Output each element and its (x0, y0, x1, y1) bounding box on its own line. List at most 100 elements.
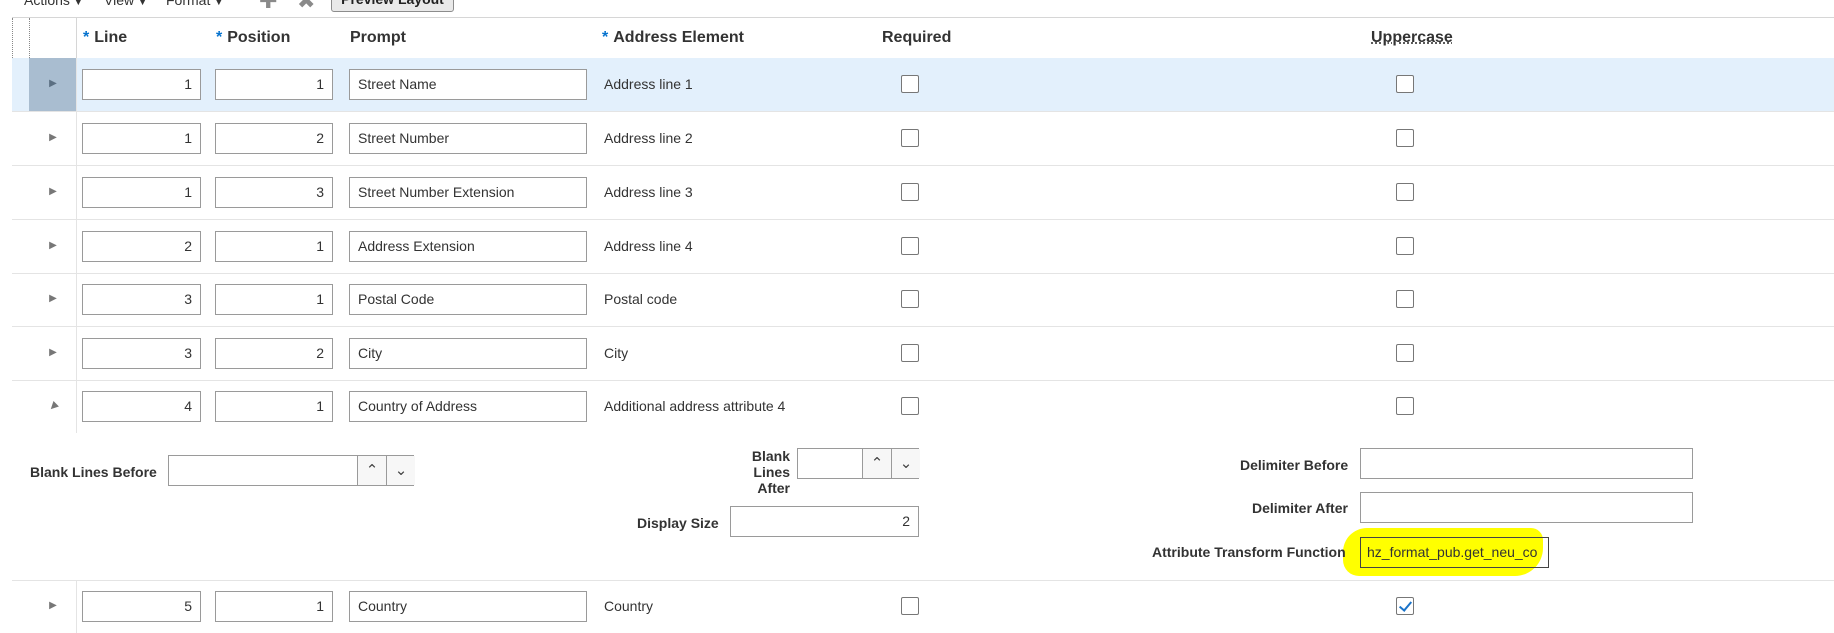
blank-lines-before-label: Blank Lines Before (30, 464, 157, 480)
delimiter-before-input[interactable] (1360, 448, 1693, 479)
format-menu[interactable]: Format ▼ (166, 0, 223, 8)
row-expand-cell: ▶ (29, 380, 77, 433)
address-element-text: City (604, 345, 629, 361)
chevron-down-icon[interactable]: ⌄ (386, 456, 415, 485)
required-checkbox[interactable] (901, 183, 919, 201)
position-input[interactable]: 1 (215, 231, 333, 262)
position-input[interactable]: 3 (215, 177, 333, 208)
column-header-position[interactable]: * Position (216, 29, 290, 47)
plus-icon[interactable]: ✚ (259, 0, 277, 14)
expand-right-icon[interactable]: ▶ (47, 292, 59, 306)
column-header-prompt[interactable]: Prompt (350, 29, 406, 47)
x-icon[interactable]: ✖ (297, 0, 315, 14)
row-selector[interactable] (12, 220, 29, 273)
blank-lines-before-stepper[interactable]: ⌃ ⌄ (168, 455, 415, 486)
expand-right-icon[interactable]: ▶ (47, 185, 59, 199)
prompt-input[interactable]: City (349, 338, 587, 369)
collapse-icon[interactable]: ▶ (44, 397, 62, 415)
prompt-input[interactable]: Street Number (349, 123, 587, 154)
chevron-up-icon[interactable]: ⌃ (862, 449, 891, 478)
line-input[interactable]: 2 (82, 231, 201, 262)
required-checkbox[interactable] (901, 75, 919, 93)
uppercase-checkbox[interactable] (1396, 129, 1414, 147)
uppercase-checkbox[interactable] (1396, 344, 1414, 362)
required-marker: * (216, 29, 223, 46)
display-size-input[interactable]: 2 (730, 506, 919, 537)
row-selector[interactable] (12, 580, 29, 633)
chevron-up-icon[interactable]: ⌃ (357, 456, 386, 485)
required-checkbox[interactable] (901, 344, 919, 362)
uppercase-checkbox[interactable] (1396, 397, 1414, 415)
position-input[interactable]: 1 (215, 284, 333, 315)
prompt-input[interactable]: Street Name (349, 69, 587, 100)
column-header-required[interactable]: Required (882, 29, 951, 47)
uppercase-checkbox[interactable] (1396, 290, 1414, 308)
prompt-input[interactable]: Country of Address (349, 391, 587, 422)
uppercase-checkbox[interactable] (1396, 183, 1414, 201)
expand-right-icon[interactable]: ▶ (47, 346, 59, 360)
required-checkbox[interactable] (901, 397, 919, 415)
required-checkbox[interactable] (901, 597, 919, 615)
column-header-uppercase[interactable]: Uppercase (1371, 29, 1453, 47)
row-selector[interactable] (12, 166, 29, 219)
table-row[interactable]: ▶ 2 1 Address Extension Address line 4 (12, 220, 1834, 274)
expand-right-icon[interactable]: ▶ (47, 239, 59, 253)
line-input[interactable]: 3 (82, 284, 201, 315)
line-input[interactable]: 4 (82, 391, 201, 422)
position-input[interactable]: 1 (215, 391, 333, 422)
row-selector[interactable] (12, 58, 29, 111)
table-row[interactable]: ▶ 1 1 Street Name Address line 1 (12, 58, 1834, 112)
delimiter-after-input[interactable] (1360, 492, 1693, 523)
prompt-input[interactable]: Street Number Extension (349, 177, 587, 208)
column-header-line[interactable]: * Line (83, 29, 127, 47)
table-row[interactable]: ▶ 4 1 Country of Address Additional addr… (12, 380, 1834, 433)
line-input[interactable]: 5 (82, 591, 201, 622)
table-row[interactable]: ▶ 1 2 Street Number Address line 2 (12, 112, 1834, 166)
blank-lines-before-input[interactable] (169, 456, 357, 485)
actions-menu-label: Actions (24, 0, 70, 8)
required-checkbox[interactable] (901, 237, 919, 255)
prompt-input[interactable]: Postal Code (349, 284, 587, 315)
position-input[interactable]: 2 (215, 123, 333, 154)
row-expand-cell: ▶ (29, 327, 77, 380)
prompt-input[interactable]: Address Extension (349, 231, 587, 262)
blank-lines-after-stepper[interactable]: ⌃ ⌄ (797, 448, 920, 479)
uppercase-checkbox[interactable] (1396, 597, 1414, 615)
table-row[interactable]: ▶ 5 1 Country Country (12, 580, 1834, 633)
actions-menu[interactable]: Actions ▼ (24, 0, 83, 8)
preview-layout-button[interactable]: Preview Layout (331, 0, 454, 12)
attribute-transform-function-input[interactable]: hz_format_pub.get_neu_co (1360, 537, 1549, 568)
blank-lines-after-input[interactable] (798, 449, 862, 478)
prompt-input[interactable]: Country (349, 591, 587, 622)
position-input[interactable]: 2 (215, 338, 333, 369)
uppercase-checkbox[interactable] (1396, 75, 1414, 93)
table-row[interactable]: ▶ 1 3 Street Number Extension Address li… (12, 166, 1834, 220)
row-selector[interactable] (12, 327, 29, 380)
chevron-down-icon[interactable]: ⌄ (891, 449, 920, 478)
view-menu[interactable]: View ▼ (104, 0, 147, 8)
column-header-address-element-label: Address Element (613, 29, 744, 46)
table-row[interactable]: ▶ 3 2 City City (12, 327, 1834, 381)
expand-right-icon[interactable]: ▶ (47, 77, 59, 91)
required-checkbox[interactable] (901, 290, 919, 308)
expand-right-icon[interactable]: ▶ (47, 599, 59, 613)
row-selector[interactable] (12, 273, 29, 326)
expand-right-icon[interactable]: ▶ (47, 131, 59, 145)
row-selector[interactable] (12, 380, 29, 433)
display-size-label: Display Size (637, 515, 719, 531)
line-input[interactable]: 3 (82, 338, 201, 369)
row-selector[interactable] (12, 112, 29, 165)
address-element-text: Address line 4 (604, 238, 693, 254)
header-select-cell (12, 18, 30, 58)
line-input[interactable]: 1 (82, 123, 201, 154)
position-input[interactable]: 1 (215, 591, 333, 622)
column-header-address-element[interactable]: * Address Element (602, 29, 744, 47)
address-element-text: Address line 3 (604, 184, 693, 200)
position-input[interactable]: 1 (215, 69, 333, 100)
line-input[interactable]: 1 (82, 69, 201, 100)
address-element-text: Postal code (604, 291, 678, 307)
required-checkbox[interactable] (901, 129, 919, 147)
table-row[interactable]: ▶ 3 1 Postal Code Postal code (12, 273, 1834, 327)
line-input[interactable]: 1 (82, 177, 201, 208)
uppercase-checkbox[interactable] (1396, 237, 1414, 255)
